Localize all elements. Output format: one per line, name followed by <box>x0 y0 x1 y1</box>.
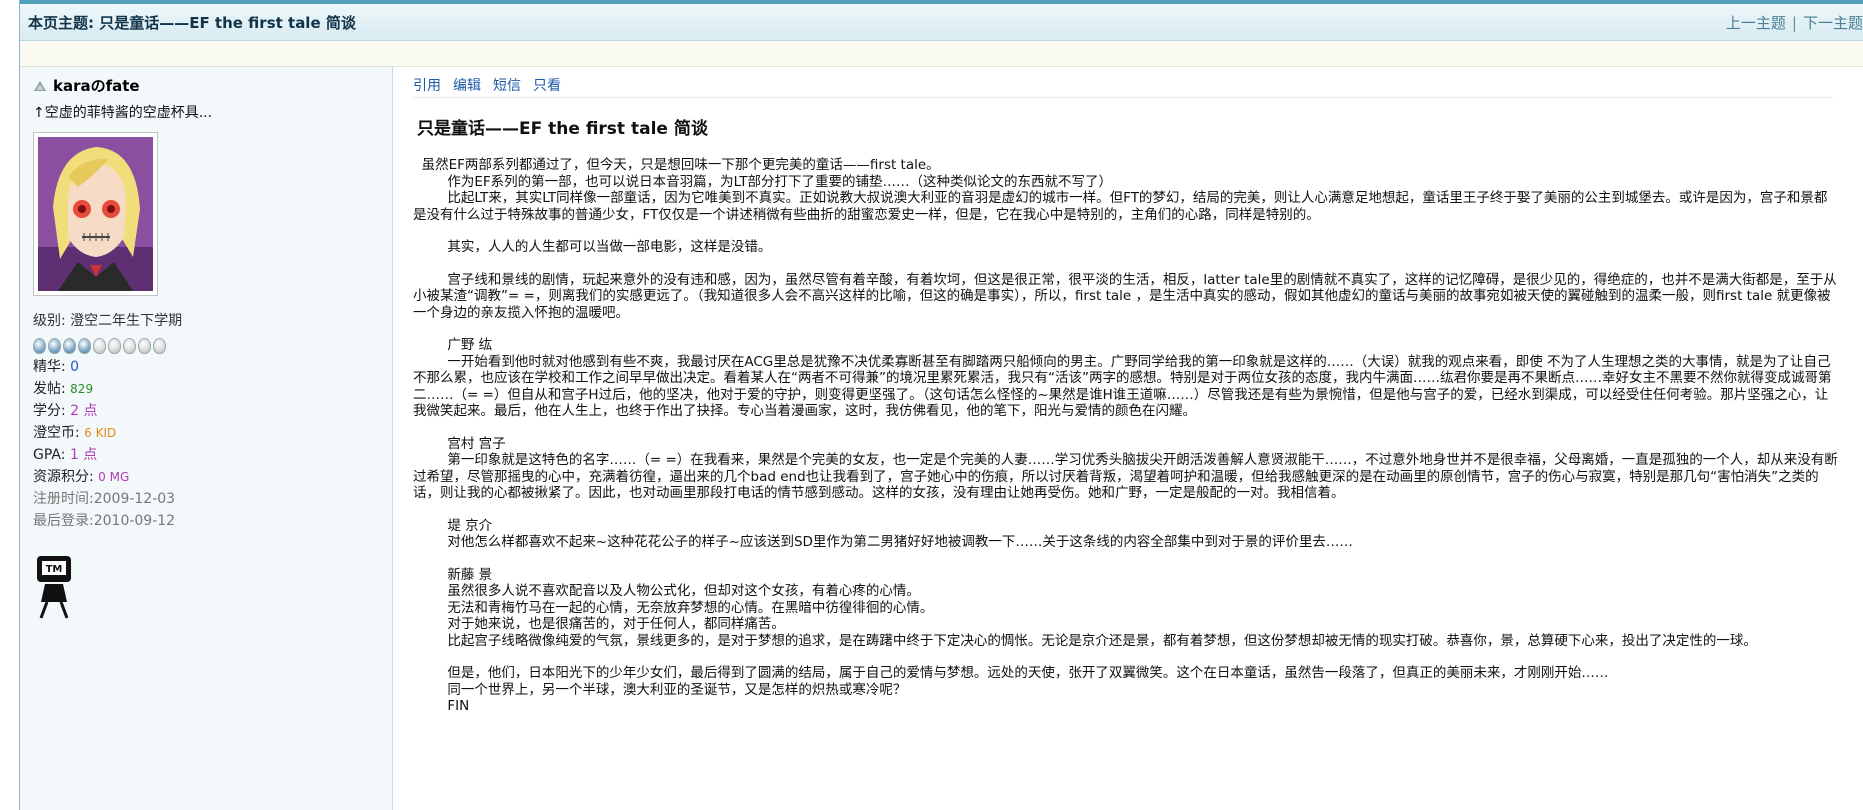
post-title: 只是童话——EF the first tale 简谈 <box>417 119 708 139</box>
post-line: 对他怎么样都喜欢不起来~这种花花公子的样子~应该送到SD里作为第二男猪好好地被调… <box>413 534 1353 550</box>
rank-star-icon <box>63 338 76 354</box>
post-line: 广野 纮 <box>413 337 493 353</box>
last-login: 最后登录:2010-09-12 <box>33 513 176 529</box>
user-icon <box>34 80 46 91</box>
post-line: 虽然很多人说不喜欢配音以及人物公式化，但却对这个女孩，有着心疼的心情。 <box>413 583 920 599</box>
nav-separator: | <box>1791 13 1797 32</box>
stat-value: 1 点 <box>69 447 98 463</box>
author-signature: ↑空虚的菲特酱的空虚杯具... <box>33 105 213 121</box>
topic-title: 本页主题: 只是童话——EF the first tale 简谈 <box>28 13 356 32</box>
header-strip <box>20 41 1863 67</box>
register-date: 注册时间:2009-12-03 <box>33 491 176 507</box>
post-line: FIN <box>413 698 470 714</box>
page-frame: 本页主题: 只是童话——EF the first tale 简谈 上一主题 | 下一… <box>19 0 1863 810</box>
message-link[interactable]: 短信 <box>493 75 521 95</box>
post-line: 比起LT来，其实LT同样像一部童话，因为它唯美到不真实。正如说教大叔说澳大利亚的… <box>413 190 1828 223</box>
stat-value: 829 <box>70 382 94 396</box>
post-line: 一开始看到他时就对他感到有些不爽，我最讨厌在ACG里总是犹豫不决优柔寡断甚至有脚… <box>413 353 1832 420</box>
post-line: 但是，他们，日本阳光下的少年少女们，最后得到了圆满的结局，属于自己的爱情与梦想。… <box>413 665 1609 681</box>
avatar-image <box>38 137 153 291</box>
post-line: 第一印象就是这特色的名字……（= =）在我看来，果然是个完美的女友，也一定是个完… <box>413 452 1838 501</box>
next-topic-link[interactable]: 下一主题 <box>1803 14 1863 32</box>
quote-link[interactable]: 引用 <box>413 75 441 95</box>
author-name-row: karaのfate <box>33 75 392 96</box>
stat-label: 资源积分: <box>33 469 99 485</box>
stat-label: 发帖: <box>33 381 71 397</box>
stat-value: 0 MG <box>98 470 130 484</box>
rank-star-icon <box>123 338 136 354</box>
post-actions: 引用 编辑 短信 只看 <box>413 75 1833 98</box>
avatar[interactable] <box>33 132 158 296</box>
author-stat: 精华: 0 <box>33 358 392 376</box>
post-line: 作为EF系列的第一部，也可以说日本音羽篇，为LT部分打下了重要的铺垫……（这种类… <box>413 173 1113 190</box>
only-author-link[interactable]: 只看 <box>533 75 561 95</box>
rank-star-icon <box>153 338 166 354</box>
post-line: 无法和青梅竹马在一起的心情，无奈放弃梦想的心情。在黑暗中彷徨徘徊的心情。 <box>413 599 934 616</box>
author-stat: 发帖: 829 <box>33 380 392 398</box>
rank-star-icon <box>78 338 91 354</box>
author-name[interactable]: karaのfate <box>53 75 140 96</box>
post-line: 堤 京介 <box>413 517 493 534</box>
rank-star-icon <box>108 338 121 354</box>
topic-nav: 上一主题 | 下一主题 <box>1726 12 1863 33</box>
stat-label: GPA: <box>33 447 70 463</box>
svg-text:TM: TM <box>46 564 63 575</box>
prev-topic-link[interactable]: 上一主题 <box>1726 14 1786 32</box>
rank-star-icon <box>48 338 61 354</box>
post-line: 新藤 景 <box>413 566 493 583</box>
post-line: 虽然EF两部系列都通过了，但今天，只是想回味一下那个更完美的童话——first … <box>413 157 940 173</box>
stat-value: 6 KID <box>84 426 117 440</box>
post-line: 对于她来说，也是很痛苦的，对于任何人，都同样痛苦。 <box>413 616 785 632</box>
stat-value: 0 <box>70 359 80 375</box>
author-stats: 精华: 0 发帖: 829 学分: 2 点澄空币: 6 KID GPA: 1 点资源积… <box>33 358 392 486</box>
post-line: 宫子线和景线的剧情，玩起来意外的没有违和感，因为，虽然尽管有着辛酸，有着坎坷，但… <box>413 271 1837 321</box>
rank-star-icon <box>33 338 46 354</box>
author-sidebar: karaのfate ↑空虚的菲特酱的空虚杯具... 级别: 澄空二年生下学期 精… <box>20 67 393 810</box>
post-line: 同一个世界上，另一个半球，澳大利亚的圣诞节，又是怎样的炽热或寒冷呢？ <box>413 681 907 698</box>
author-stat: 学分: 2 点 <box>33 402 392 420</box>
rank-stars <box>33 338 392 354</box>
topic-header: 本页主题: 只是童话——EF the first tale 简谈 上一主题 | 下一… <box>20 0 1863 41</box>
stat-value: 2 点 <box>70 403 98 419</box>
post-line: 比起宫子线略微像纯爱的气氛，景线更多的，是对于梦想的追求，是在踌躇中终于下定决心… <box>413 632 1757 649</box>
stat-label: 学分: <box>33 403 71 419</box>
rank-star-icon <box>138 338 151 354</box>
medal-icon: TM <box>37 556 71 619</box>
post-main: 引用 编辑 短信 只看 只是童话——EF the first tale 简谈 虽然EF… <box>393 67 1863 810</box>
author-stat: 澄空币: 6 KID <box>33 424 392 442</box>
rank-star-icon <box>93 338 106 354</box>
author-rank: 级别: 澄空二年生下学期 <box>33 313 183 329</box>
edit-link[interactable]: 编辑 <box>453 75 481 95</box>
stat-label: 澄空币: <box>33 425 85 441</box>
author-stat: 资源积分: 0 MG <box>33 468 392 486</box>
post-line: 其实，人人的人生都可以当做一部电影，这样是没错。 <box>413 239 772 255</box>
stat-label: 精华: <box>33 359 71 375</box>
post-line: 宫村 宫子 <box>413 435 506 452</box>
post-body: 虽然EF两部系列都通过了，但今天，只是想回味一下那个更完美的童话——first … <box>413 157 1838 715</box>
author-stat: GPA: 1 点 <box>33 446 392 464</box>
